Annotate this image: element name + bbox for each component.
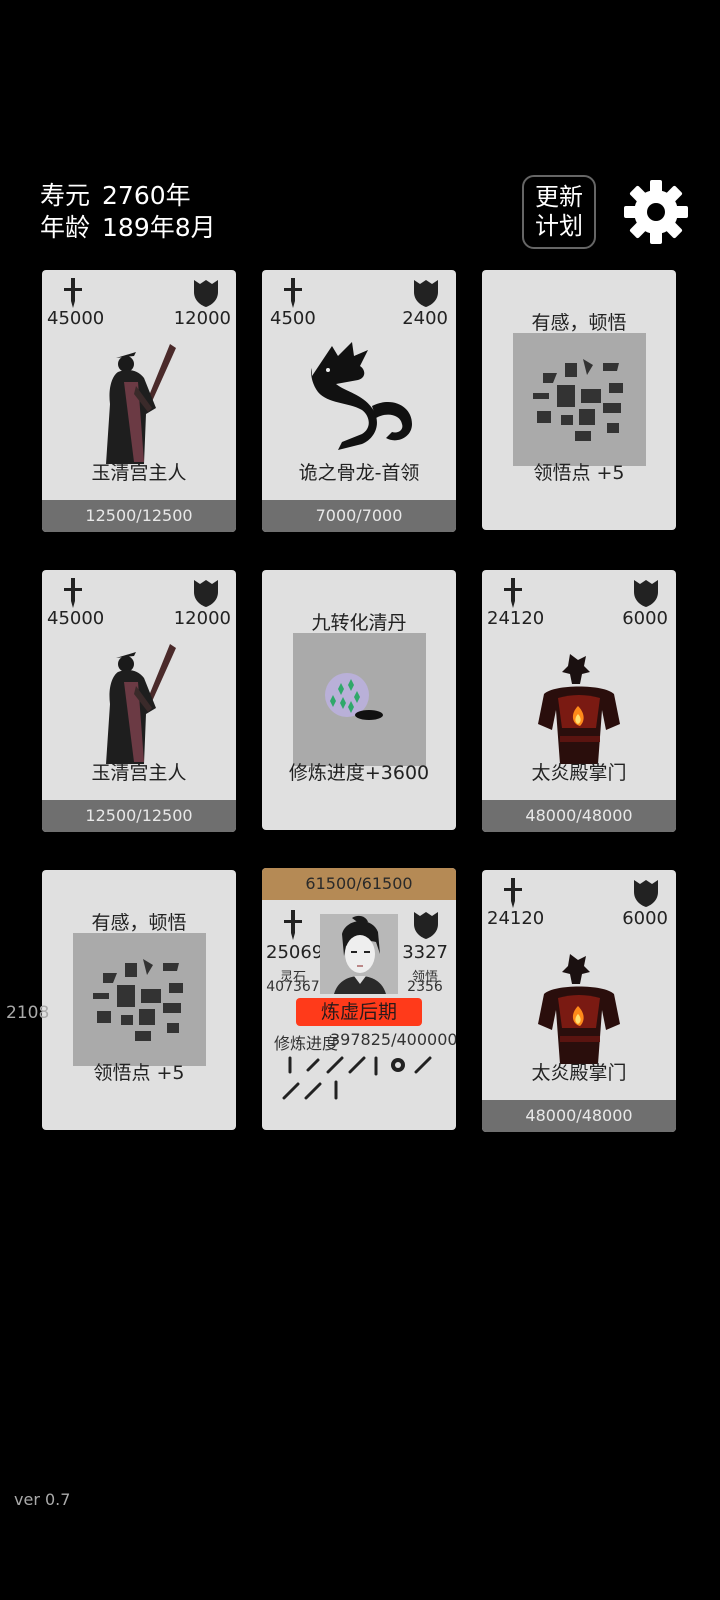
event-reward: 领悟点 +5 bbox=[533, 462, 625, 484]
hp-bar: 48000/48000 bbox=[482, 800, 676, 832]
avatar bbox=[320, 914, 398, 994]
attack-value: 24120 bbox=[487, 908, 545, 929]
avatar-portrait bbox=[334, 915, 386, 994]
lifespan-row: 寿元 2760年 bbox=[40, 176, 203, 212]
player-defense: 3327 bbox=[402, 942, 448, 963]
hp-bar: 7000/7000 bbox=[262, 500, 456, 532]
event-title: 有感，顿悟 bbox=[531, 312, 627, 334]
robed-cultivator-figure bbox=[106, 344, 176, 464]
shield-icon bbox=[414, 912, 438, 939]
calligraphy-art bbox=[93, 959, 183, 1041]
insight-card[interactable]: 有感，顿悟 领悟点 +5 bbox=[42, 870, 236, 1130]
robed-cultivator-figure bbox=[106, 644, 176, 764]
shield-icon bbox=[634, 880, 658, 907]
age-row: 年龄 189年8月 bbox=[40, 208, 228, 244]
defense-value: 6000 bbox=[622, 608, 668, 629]
calligraphy-art bbox=[533, 359, 623, 441]
enemy-card[interactable]: 45000 12000 玉清宫主人 12500/12500 bbox=[42, 570, 236, 832]
pill-image bbox=[293, 633, 426, 766]
attack-value: 45000 bbox=[47, 308, 105, 329]
lifespan-label: 寿元 bbox=[40, 181, 91, 210]
defense-value: 12000 bbox=[173, 608, 231, 629]
enemy-card[interactable]: 45000 12000 玉清宫主人 12500/12500 bbox=[42, 270, 236, 532]
bone-dragon-figure bbox=[311, 342, 412, 450]
sword-icon bbox=[64, 578, 82, 608]
enemy-card[interactable]: 24120 6000 太炎殿掌门 48000/48000 bbox=[482, 870, 676, 1132]
item-reward: 修炼进度+3600 bbox=[288, 762, 430, 784]
attack-value: 24120 bbox=[487, 608, 545, 629]
enemy-name: 玉清宫主人 bbox=[91, 762, 187, 784]
age-value: 189年8月 bbox=[102, 213, 216, 242]
hp-bar: 12500/12500 bbox=[42, 500, 236, 532]
player-attack: 25069 bbox=[266, 942, 324, 963]
enemy-name: 太炎殿掌门 bbox=[531, 1062, 627, 1084]
defense-value: 2400 bbox=[402, 308, 448, 329]
gear-icon[interactable] bbox=[620, 176, 692, 248]
attack-value: 4500 bbox=[270, 308, 316, 329]
sword-icon bbox=[284, 910, 302, 940]
attack-value: 45000 bbox=[47, 608, 105, 629]
hp-bar: 48000/48000 bbox=[482, 1100, 676, 1132]
realm-badge: 炼虚后期 bbox=[296, 998, 422, 1026]
sword-icon bbox=[504, 878, 522, 908]
sword-icon bbox=[64, 278, 82, 308]
item-title: 九转化清丹 bbox=[311, 612, 407, 634]
event-title: 有感，顿悟 bbox=[91, 912, 187, 934]
defense-value: 6000 bbox=[622, 908, 668, 929]
shield-icon bbox=[634, 580, 658, 607]
enemy-card[interactable]: 4500 2400 诡之骨龙-首领 7000/7000 bbox=[262, 270, 456, 532]
sword-icon bbox=[504, 578, 522, 608]
plan-button-line2: 计划 bbox=[535, 212, 583, 240]
spirit-stone-value: 407367 bbox=[266, 979, 320, 995]
calligraphy-image bbox=[513, 333, 646, 466]
side-counter: 2108 bbox=[6, 1003, 50, 1023]
insight-card[interactable]: 有感，顿悟 领悟点 +5 bbox=[482, 270, 676, 530]
shield-icon bbox=[414, 280, 438, 307]
item-card[interactable]: 九转化清丹 修炼进度+3600 bbox=[262, 570, 456, 830]
hp-bar: 12500/12500 bbox=[42, 800, 236, 832]
equipment-icons bbox=[282, 1056, 432, 1100]
defense-value: 12000 bbox=[173, 308, 231, 329]
enemy-name: 玉清宫主人 bbox=[91, 462, 187, 484]
lifespan-value: 2760年 bbox=[102, 181, 191, 210]
age-label: 年龄 bbox=[40, 213, 91, 242]
calligraphy-image bbox=[73, 933, 206, 1066]
shield-icon bbox=[194, 280, 218, 307]
flame-master-figure bbox=[538, 954, 620, 1064]
event-reward: 领悟点 +5 bbox=[93, 1062, 185, 1084]
player-card[interactable]: 61500/61500 25069 3327 灵石 407367 领悟 2356… bbox=[262, 868, 456, 1130]
enemy-name: 诡之骨龙-首领 bbox=[298, 462, 420, 484]
enemy-card[interactable]: 24120 6000 太炎殿掌门 48000/48000 bbox=[482, 570, 676, 832]
plan-button-line1: 更新 bbox=[535, 183, 583, 211]
flame-master-figure bbox=[538, 654, 620, 764]
enemy-name: 太炎殿掌门 bbox=[531, 762, 627, 784]
pill-art bbox=[325, 673, 383, 720]
update-plan-button[interactable]: 更新 计划 bbox=[522, 175, 596, 249]
insight-value: 2356 bbox=[407, 979, 443, 995]
shield-icon bbox=[194, 580, 218, 607]
sword-icon bbox=[284, 278, 302, 308]
player-hp-bar: 61500/61500 bbox=[262, 868, 456, 900]
version-label: ver 0.7 bbox=[14, 1490, 71, 1509]
progress-value: 397825/400000 bbox=[330, 1030, 456, 1049]
